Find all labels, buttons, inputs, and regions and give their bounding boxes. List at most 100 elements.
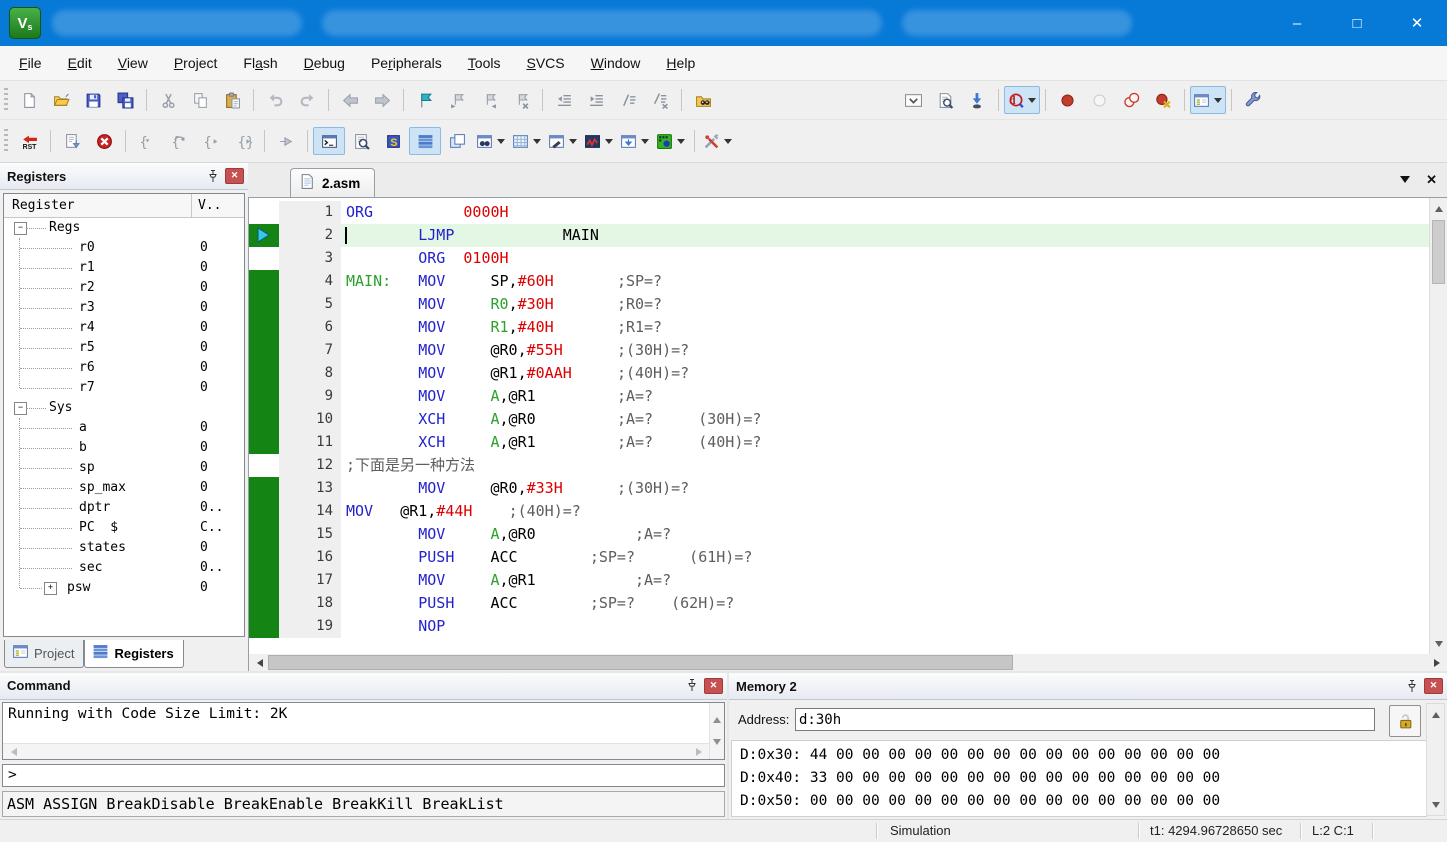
open-folder-button[interactable] <box>45 86 77 114</box>
column-register[interactable]: Register <box>4 194 192 217</box>
scroll-right-icon[interactable] <box>1430 654 1447 671</box>
code-line-4[interactable]: 4MAIN: MOV SP,#60H ;SP=? <box>249 270 1429 293</box>
comment-selection-button[interactable] <box>612 86 644 114</box>
debug-session-button[interactable]: d <box>1004 86 1040 114</box>
command-vertical-scrollbar[interactable] <box>709 703 724 760</box>
run-to-cursor-button[interactable]: {} <box>227 127 259 155</box>
save-all-button[interactable] <box>109 86 141 114</box>
stop-button[interactable] <box>88 127 120 155</box>
lock-button[interactable] <box>1389 705 1421 737</box>
code-line-14[interactable]: 14MOV @R1,#44H ;(40H)=? <box>249 500 1429 523</box>
address-input[interactable] <box>795 708 1375 731</box>
maximize-button[interactable]: □ <box>1327 0 1387 46</box>
dropdown-caret-icon[interactable] <box>569 139 577 148</box>
register-row-r0[interactable]: r00 <box>4 238 244 258</box>
pin-icon[interactable] <box>684 678 700 694</box>
bp-kill-all-button[interactable] <box>1147 86 1179 114</box>
tab-registers[interactable]: Registers <box>84 640 183 668</box>
register-group-sys[interactable]: −Sys <box>4 398 244 418</box>
code-line-11[interactable]: 11 XCH A,@R1 ;A=? (40H)=? <box>249 431 1429 454</box>
memory-vertical-scrollbar[interactable] <box>1426 703 1445 816</box>
code-line-19[interactable]: 19 NOP <box>249 615 1429 638</box>
pin-icon[interactable] <box>1404 678 1420 694</box>
menu-view[interactable]: View <box>105 47 161 80</box>
register-row-r7[interactable]: r70 <box>4 378 244 398</box>
menu-flash[interactable]: Flash <box>230 47 290 80</box>
menu-tools[interactable]: Tools <box>455 47 514 80</box>
step-over-button[interactable]: { } <box>163 127 195 155</box>
nav-forward-button[interactable] <box>366 86 398 114</box>
step-into-button[interactable]: { } <box>131 127 163 155</box>
menu-file[interactable]: File <box>6 47 55 80</box>
tab-2asm[interactable]: 2.asm <box>290 168 375 197</box>
tab-project[interactable]: Project <box>4 640 84 668</box>
undo-button[interactable] <box>259 86 291 114</box>
menu-help[interactable]: Help <box>653 47 708 80</box>
symbols-window-button[interactable]: S <box>377 127 409 155</box>
command-window-button[interactable] <box>313 127 345 155</box>
scroll-up-icon[interactable] <box>1430 198 1447 215</box>
bookmark-next-button[interactable] <box>473 86 505 114</box>
debug-download-button[interactable] <box>961 86 993 114</box>
select-target-button[interactable] <box>897 86 929 114</box>
register-group-regs[interactable]: −Regs <box>4 218 244 238</box>
window-list-caret-icon[interactable] <box>1400 176 1410 188</box>
register-row-sec[interactable]: sec0.. <box>4 558 244 578</box>
register-row-pc-$[interactable]: PC $C.. <box>4 518 244 538</box>
bookmark-prev-button[interactable] <box>441 86 473 114</box>
scroll-right-icon[interactable] <box>692 743 709 760</box>
run-button[interactable] <box>56 127 88 155</box>
bp-toggle-button[interactable] <box>1051 86 1083 114</box>
save-button[interactable] <box>77 86 109 114</box>
minimize-button[interactable]: – <box>1267 0 1327 46</box>
bookmark-toggle-button[interactable] <box>409 86 441 114</box>
copy-button[interactable] <box>184 86 216 114</box>
cut-button[interactable] <box>152 86 184 114</box>
unindent-button[interactable] <box>548 86 580 114</box>
code-line-5[interactable]: 5 MOV R0,#30H ;R0=? <box>249 293 1429 316</box>
register-row-r6[interactable]: r60 <box>4 358 244 378</box>
close-panel-icon[interactable]: ✕ <box>704 678 723 694</box>
close-panel-icon[interactable]: ✕ <box>225 168 244 184</box>
trace-window-button[interactable] <box>617 127 653 155</box>
register-row-dptr[interactable]: dptr0.. <box>4 498 244 518</box>
scroll-left-icon[interactable] <box>249 654 266 671</box>
command-horizontal-scrollbar[interactable] <box>3 743 709 759</box>
dropdown-caret-icon[interactable] <box>533 139 541 148</box>
toolbar-grip[interactable] <box>4 129 8 153</box>
menu-peripherals[interactable]: Peripherals <box>358 47 455 80</box>
close-panel-icon[interactable]: ✕ <box>1424 678 1443 694</box>
menu-svcs[interactable]: SVCS <box>513 47 577 80</box>
register-row-r2[interactable]: r20 <box>4 278 244 298</box>
menu-edit[interactable]: Edit <box>55 47 105 80</box>
code-line-17[interactable]: 17 MOV A,@R1 ;A=? <box>249 569 1429 592</box>
call-stack-window-button[interactable] <box>441 127 473 155</box>
menu-project[interactable]: Project <box>161 47 231 80</box>
memory-dump[interactable]: D:0x30: 44 00 00 00 00 00 00 00 00 00 00… <box>731 740 1427 817</box>
register-row-r5[interactable]: r50 <box>4 338 244 358</box>
new-file-button[interactable] <box>13 86 45 114</box>
register-row-r4[interactable]: r40 <box>4 318 244 338</box>
dropdown-caret-icon[interactable] <box>605 139 613 148</box>
dropdown-caret-icon[interactable] <box>1028 98 1036 107</box>
column-value[interactable]: V.. <box>192 194 244 217</box>
memory-window-button[interactable] <box>509 127 545 155</box>
register-row-b[interactable]: b0 <box>4 438 244 458</box>
dropdown-caret-icon[interactable] <box>1214 98 1222 107</box>
dropdown-caret-icon[interactable] <box>497 139 505 148</box>
code-line-7[interactable]: 7 MOV @R0,#55H ;(30H)=? <box>249 339 1429 362</box>
memory-row[interactable]: D:0x30: 44 00 00 00 00 00 00 00 00 00 00… <box>740 744 1426 767</box>
scroll-up-icon[interactable] <box>1427 704 1444 721</box>
dropdown-caret-icon[interactable] <box>677 139 685 148</box>
code-line-12[interactable]: 12;下面是另一种方法 <box>249 454 1429 477</box>
register-row-states[interactable]: states0 <box>4 538 244 558</box>
search-folder-button[interactable] <box>687 86 719 114</box>
nav-back-button[interactable] <box>334 86 366 114</box>
toolbar-grip[interactable] <box>4 88 8 112</box>
registers-window-button[interactable] <box>409 127 441 155</box>
find-in-files-button[interactable] <box>929 86 961 114</box>
scroll-down-icon[interactable] <box>1427 798 1444 815</box>
register-row-a[interactable]: a0 <box>4 418 244 438</box>
code-editor[interactable]: 1ORG 0000H2 LJMP MAIN3 ORG 0100H4MAIN: M… <box>249 198 1429 654</box>
code-line-10[interactable]: 10 XCH A,@R0 ;A=? (30H)=? <box>249 408 1429 431</box>
